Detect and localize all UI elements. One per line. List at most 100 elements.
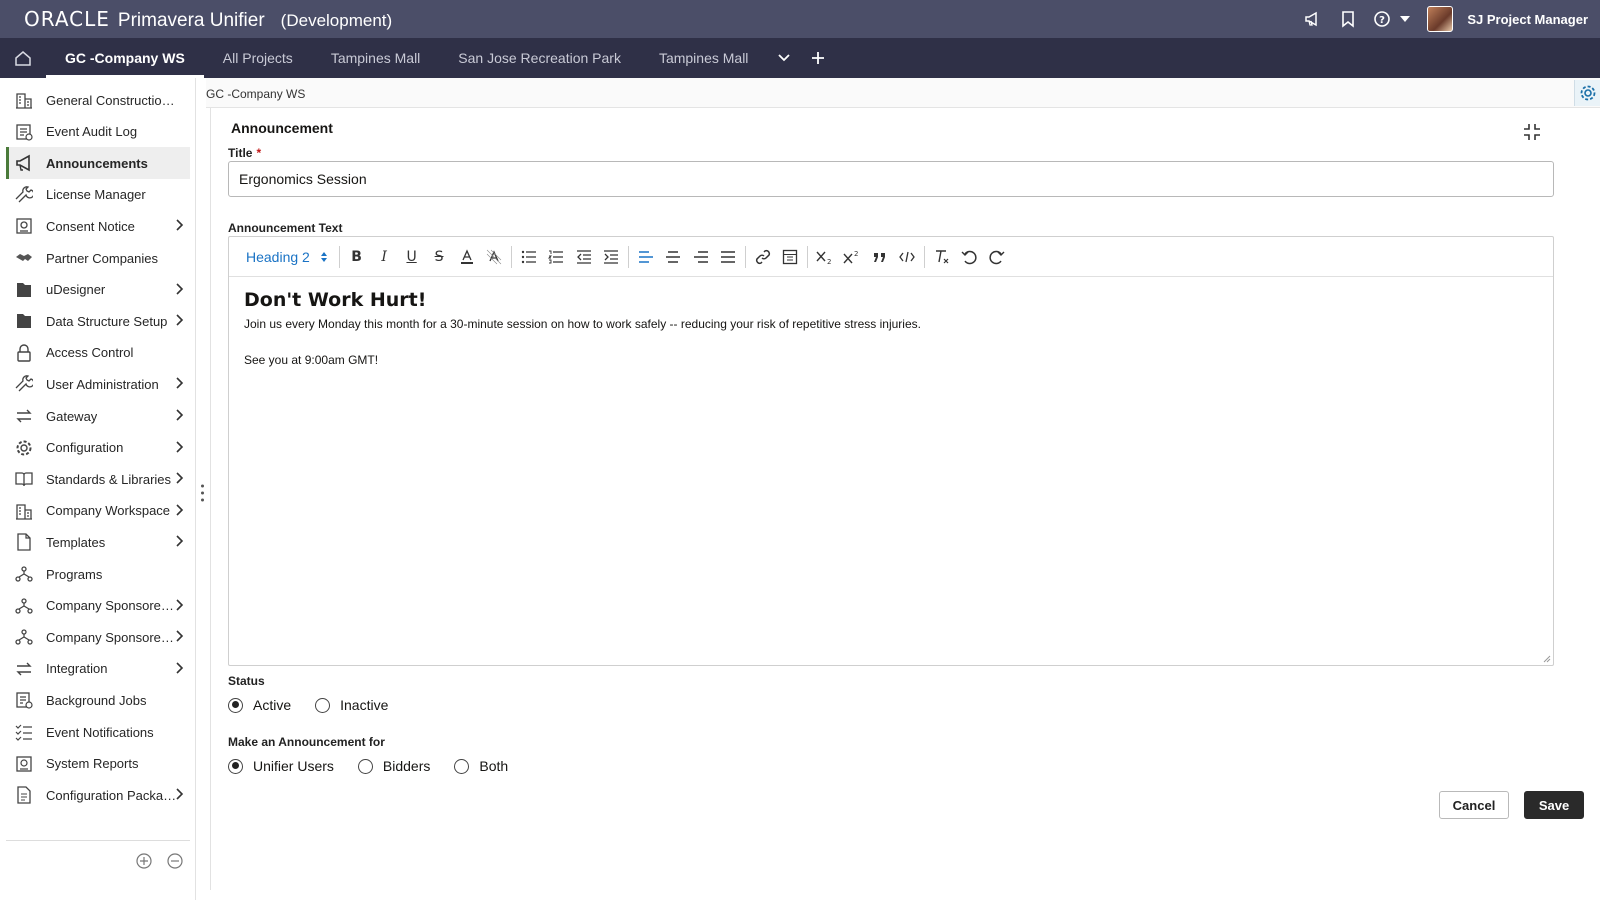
title-input[interactable] xyxy=(228,161,1554,197)
chevron-right-icon[interactable] xyxy=(172,408,186,422)
brand-logo[interactable]: ORACLE Primavera Unifier (Development) xyxy=(24,7,392,32)
more-tabs-button[interactable] xyxy=(767,38,801,78)
editor-content[interactable]: Don't Work Hurt! Join us every Monday th… xyxy=(229,277,1553,381)
chevron-right-icon[interactable] xyxy=(172,661,186,675)
background-color-button[interactable] xyxy=(480,244,508,270)
audience-unifier-users-option[interactable]: Unifier Users xyxy=(228,758,334,774)
chevron-right-icon[interactable] xyxy=(172,282,186,296)
audience-both-option[interactable]: Both xyxy=(454,758,508,774)
numbered-list-button[interactable] xyxy=(542,244,570,270)
link-button[interactable] xyxy=(749,244,777,270)
align-right-button[interactable] xyxy=(687,244,715,270)
bookmark-icon[interactable] xyxy=(1337,8,1359,30)
user-name[interactable]: SJ Project Manager xyxy=(1467,12,1588,27)
drag-handle-icon[interactable] xyxy=(201,484,204,502)
collapse-all-icon[interactable] xyxy=(167,853,183,869)
sidebar-item-configuration-packag[interactable]: Configuration Packag... xyxy=(6,779,190,811)
audience-bidders-option[interactable]: Bidders xyxy=(357,758,430,774)
hierarchy-icon xyxy=(14,596,34,616)
sidebar-item-company-sponsored[interactable]: Company Sponsored ... xyxy=(6,590,190,622)
sidebar-item-access-control[interactable]: Access Control xyxy=(6,337,190,369)
subscript-button[interactable]: 2 xyxy=(811,244,839,270)
tab-tampines-mall[interactable]: Tampines Mall xyxy=(312,38,439,78)
home-tab[interactable] xyxy=(0,38,46,78)
blockquote-button[interactable] xyxy=(866,244,894,270)
bullet-list-button[interactable] xyxy=(515,244,543,270)
redo-button[interactable] xyxy=(983,244,1011,270)
sidebar-item-standards-libraries[interactable]: Standards & Libraries xyxy=(6,463,190,495)
audience-both-radio[interactable] xyxy=(454,758,470,774)
audience-unifier-users-radio[interactable] xyxy=(228,758,243,774)
chevron-right-icon[interactable] xyxy=(172,598,186,612)
align-center-button[interactable] xyxy=(659,244,687,270)
cancel-button[interactable]: Cancel xyxy=(1439,791,1509,819)
sidebar-item-label: Company Sponsored ... xyxy=(46,598,178,614)
sidebar-item-partner-companies[interactable]: Partner Companies xyxy=(6,242,190,274)
sidebar-item-label: License Manager xyxy=(46,187,146,203)
sidebar-item-integration[interactable]: Integration xyxy=(6,653,190,685)
collapse-icon[interactable] xyxy=(1522,122,1542,142)
italic-button[interactable]: I xyxy=(370,244,398,270)
resize-handle-icon[interactable] xyxy=(1543,655,1551,663)
sidebar-item-templates[interactable]: Templates xyxy=(6,526,190,558)
pane-splitter[interactable] xyxy=(196,78,208,900)
bold-button[interactable]: B xyxy=(343,244,371,270)
chevron-right-icon[interactable] xyxy=(172,534,186,548)
sidebar-item-announcements[interactable]: Announcements xyxy=(6,147,190,180)
status-active-option[interactable]: Active xyxy=(228,697,291,713)
sidebar-item-license-manager[interactable]: License Manager xyxy=(6,179,190,211)
sidebar-item-label: Data Structure Setup xyxy=(46,313,168,329)
sidebar-item-user-administration[interactable]: User Administration xyxy=(6,368,190,400)
help-icon[interactable]: ? xyxy=(1373,8,1413,30)
add-tab-button[interactable] xyxy=(801,38,835,78)
save-button[interactable]: Save xyxy=(1524,791,1584,819)
justify-button[interactable] xyxy=(714,244,742,270)
outdent-button[interactable] xyxy=(570,244,598,270)
superscript-button[interactable]: 2 xyxy=(838,244,866,270)
sidebar-item-consent-notice[interactable]: Consent Notice xyxy=(6,210,190,242)
strikethrough-button[interactable]: S xyxy=(425,244,453,270)
chevron-right-icon[interactable] xyxy=(172,313,186,327)
sidebar-item-event-notifications[interactable]: Event Notifications xyxy=(6,716,190,748)
sidebar-item-data-structure-setup[interactable]: Data Structure Setup xyxy=(6,305,190,337)
chevron-right-icon[interactable] xyxy=(172,218,186,232)
text-color-button[interactable] xyxy=(453,244,481,270)
chevron-right-icon[interactable] xyxy=(172,376,186,390)
sidebar-item-background-jobs[interactable]: Background Jobs xyxy=(6,684,190,716)
sidebar-item-company-workspace[interactable]: Company Workspace xyxy=(6,495,190,527)
settings-button[interactable] xyxy=(1574,80,1600,106)
tab-tampines-mall-2[interactable]: Tampines Mall xyxy=(640,38,767,78)
code-button[interactable] xyxy=(893,244,921,270)
announcement-icon[interactable] xyxy=(1301,8,1323,30)
underline-button[interactable]: U xyxy=(398,244,426,270)
tab-gc-company-ws[interactable]: GC -Company WS xyxy=(46,38,204,78)
sidebar-item-programs[interactable]: Programs xyxy=(6,558,190,590)
status-inactive-radio[interactable] xyxy=(315,697,331,713)
sidebar-item-event-audit-log[interactable]: Event Audit Log xyxy=(6,116,190,148)
undo-button[interactable] xyxy=(955,244,983,270)
sidebar-item-company-sponsored[interactable]: Company Sponsored ... xyxy=(6,621,190,653)
align-center-icon xyxy=(666,250,681,263)
status-active-radio[interactable] xyxy=(228,697,243,713)
tab-all-projects[interactable]: All Projects xyxy=(204,38,312,78)
chevron-right-icon[interactable] xyxy=(172,503,186,517)
tab-san-jose-recreation-park[interactable]: San Jose Recreation Park xyxy=(439,38,640,78)
sidebar-item-udesigner[interactable]: uDesigner xyxy=(6,274,190,306)
status-inactive-option[interactable]: Inactive xyxy=(315,697,388,713)
chevron-right-icon[interactable] xyxy=(172,471,186,485)
sidebar-item-configuration[interactable]: Configuration xyxy=(6,432,190,464)
chevron-right-icon[interactable] xyxy=(172,440,186,454)
indent-button[interactable] xyxy=(597,244,625,270)
chevron-right-icon[interactable] xyxy=(172,629,186,643)
sidebar-item-general-construction[interactable]: General Construction... xyxy=(6,84,190,116)
user-avatar[interactable] xyxy=(1427,6,1454,32)
chevron-right-icon[interactable] xyxy=(172,787,186,801)
clear-formatting-button[interactable] xyxy=(928,244,956,270)
align-left-button[interactable] xyxy=(632,244,660,270)
table-button[interactable] xyxy=(776,244,804,270)
block-format-select[interactable]: Heading 2 xyxy=(238,245,336,269)
expand-all-icon[interactable] xyxy=(136,853,152,869)
sidebar-item-gateway[interactable]: Gateway xyxy=(6,400,190,432)
audience-bidders-radio[interactable] xyxy=(357,758,373,774)
sidebar-item-system-reports[interactable]: System Reports xyxy=(6,748,190,780)
